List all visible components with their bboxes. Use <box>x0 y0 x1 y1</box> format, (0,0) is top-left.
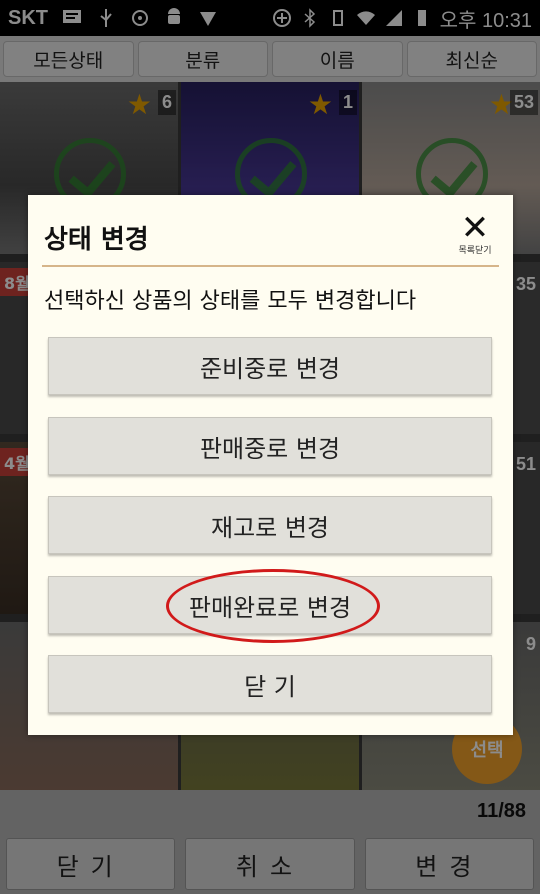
option-stock[interactable]: 재고로 변경 <box>48 496 492 554</box>
status-change-dialog: 상태 변경 ✕ 목록닫기 선택하신 상품의 상태를 모두 변경합니다 준비중로 … <box>28 195 513 735</box>
close-label: 목록닫기 <box>458 246 492 256</box>
dialog-close-button[interactable]: ✕ 목록닫기 <box>451 208 499 256</box>
dialog-close-text-button[interactable]: 닫 기 <box>48 655 492 713</box>
dialog-message: 선택하신 상품의 상태를 모두 변경합니다 <box>44 289 417 314</box>
option-sold-out[interactable]: 판매완료로 변경 <box>48 576 492 634</box>
divider <box>42 265 499 267</box>
dialog-title: 상태 변경 <box>44 225 149 255</box>
option-on-sale[interactable]: 판매중로 변경 <box>48 417 492 475</box>
option-preparing[interactable]: 준비중로 변경 <box>48 337 492 395</box>
close-icon: ✕ <box>460 208 490 248</box>
